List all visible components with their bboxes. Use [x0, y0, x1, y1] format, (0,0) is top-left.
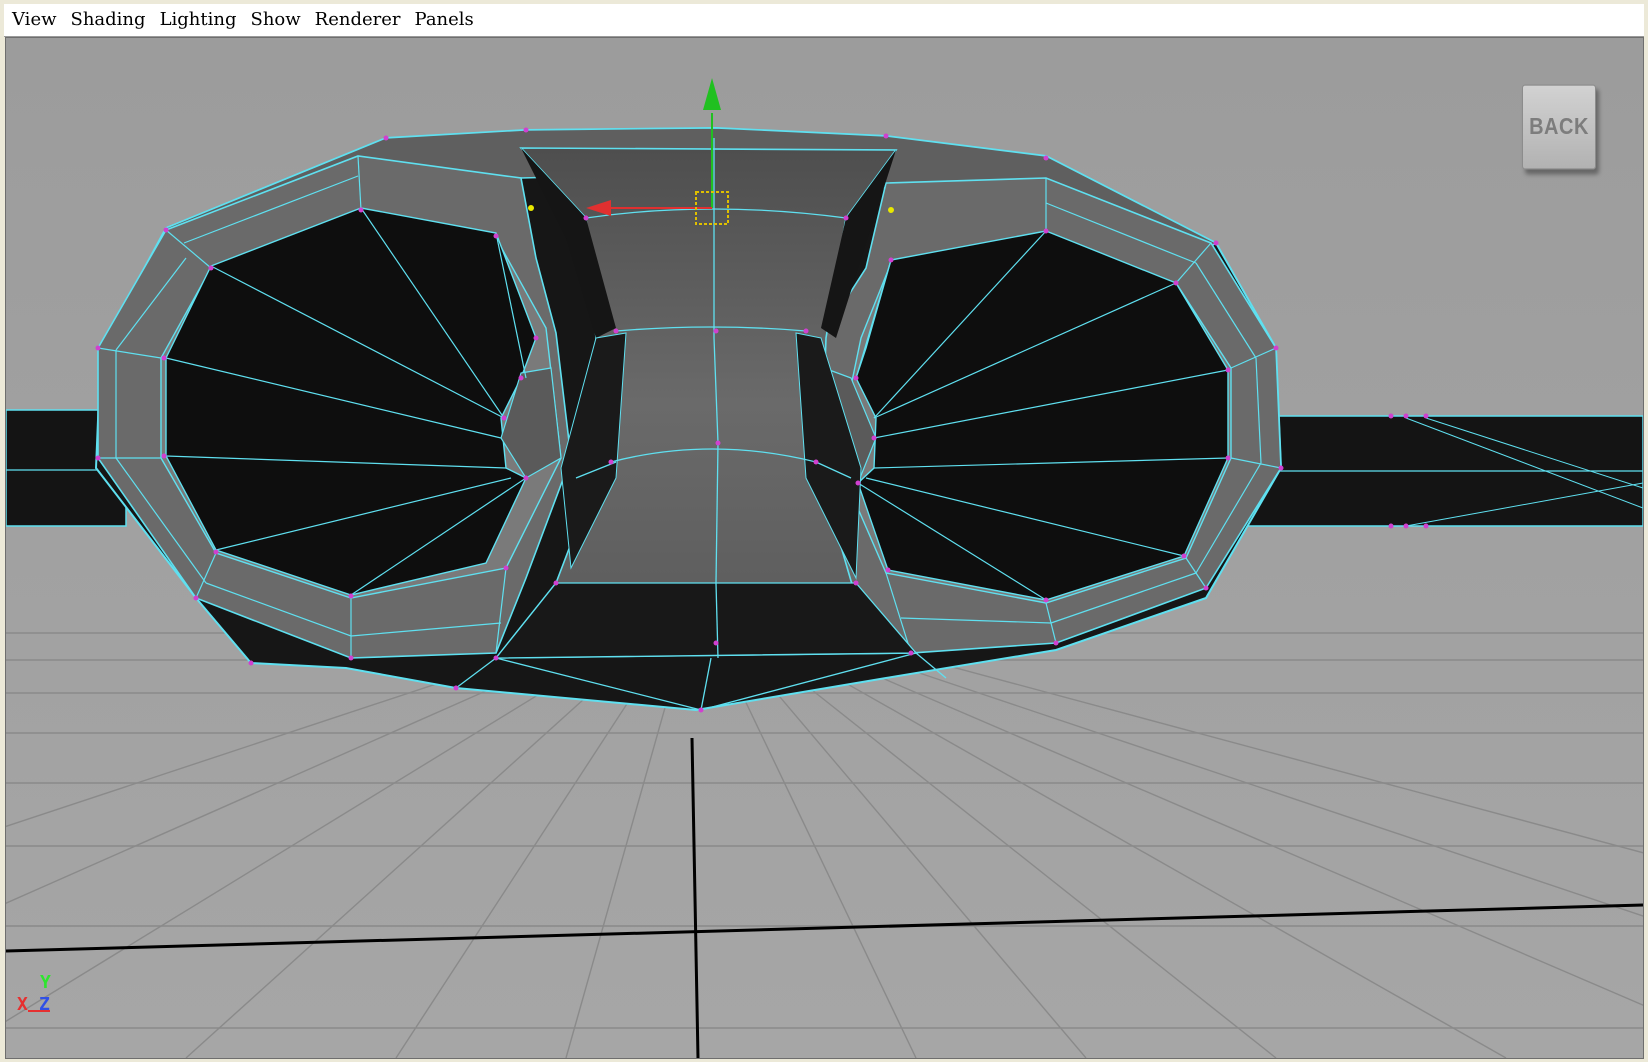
- axis-indicator-line: [28, 1010, 50, 1012]
- axis-y-label: Y: [40, 972, 51, 993]
- back-button-label: BACK: [1529, 113, 1589, 140]
- perspective-viewport[interactable]: BACK Y X Z persp: [5, 37, 1644, 1059]
- menu-show[interactable]: Show: [244, 4, 308, 36]
- axis-x-label: X: [17, 994, 28, 1015]
- camera-name-label: persp: [788, 1058, 841, 1059]
- menu-panels[interactable]: Panels: [408, 4, 481, 36]
- menu-view[interactable]: View: [4, 4, 64, 36]
- viewport-menubar: View Shading Lighting Show Renderer Pane…: [4, 4, 1644, 37]
- menu-shading[interactable]: Shading: [64, 4, 153, 36]
- scene-canvas[interactable]: [6, 38, 1643, 1058]
- menu-lighting[interactable]: Lighting: [153, 4, 244, 36]
- viewcube-back-button[interactable]: BACK: [1522, 84, 1596, 170]
- menu-renderer[interactable]: Renderer: [308, 4, 408, 36]
